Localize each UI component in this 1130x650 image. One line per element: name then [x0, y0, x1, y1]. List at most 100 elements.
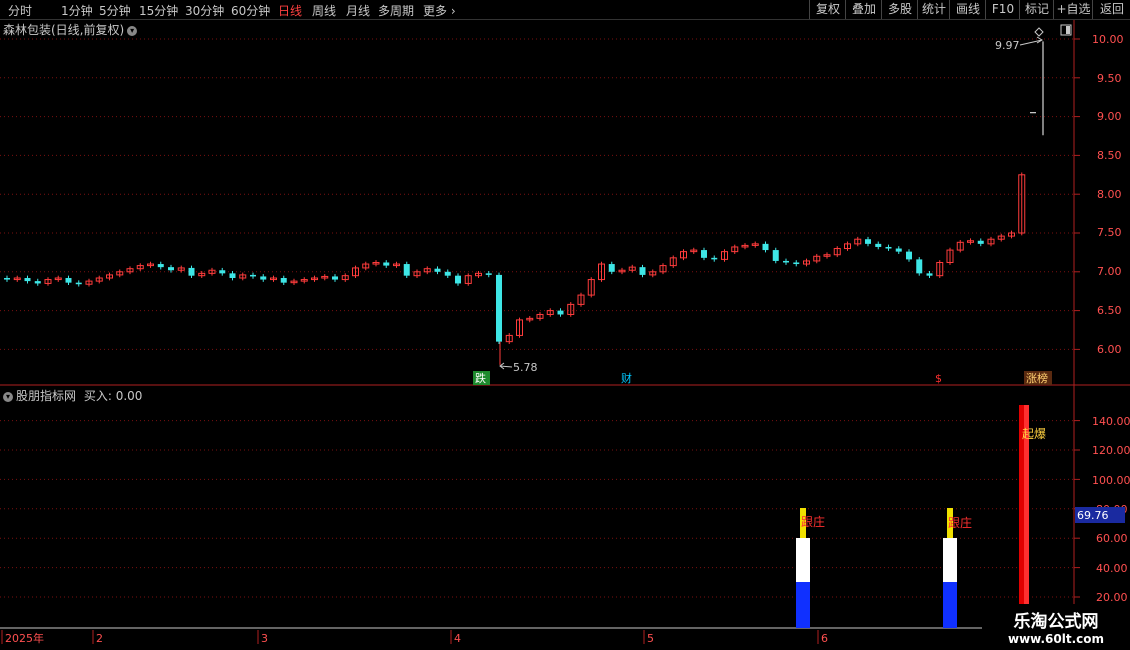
candle-up	[177, 267, 185, 271]
candle-down	[926, 273, 933, 276]
restore-rights-button[interactable]: 复权	[809, 0, 846, 19]
period-tab-monthly[interactable]: 月线	[346, 2, 370, 19]
event-marker-finance[interactable]: 财	[621, 371, 632, 385]
indicator-axis-ticks: 140.00 120.00 100.00 80.00 60.00 40.00 2…	[1075, 415, 1130, 604]
event-marker-limit-up-bg	[1024, 371, 1052, 385]
candle-down	[65, 278, 72, 283]
period-tab-5min[interactable]: 5分钟	[99, 2, 131, 19]
diamond-icon[interactable]	[1034, 27, 1044, 37]
f10-button[interactable]: F10	[985, 0, 1020, 19]
candle-down	[455, 275, 461, 284]
draw-line-button[interactable]: 画线	[949, 0, 986, 19]
event-marker-fall-bg	[473, 371, 490, 385]
time-axis: 2025年 2 3 4 5 6	[1, 630, 828, 645]
candle-down	[24, 278, 31, 282]
candle-up	[352, 267, 359, 277]
dropdown-circle-icon[interactable]: ▾	[127, 25, 138, 36]
mark-button[interactable]: 标记	[1019, 0, 1054, 19]
high-price-label: 9.97	[995, 39, 1020, 52]
candle-up	[946, 249, 954, 263]
event-marker-fall[interactable]: 跌	[475, 371, 486, 385]
time-label-jun: 6	[821, 632, 828, 645]
price-tick-6: 6.00	[1097, 343, 1122, 356]
low-arrow-head	[499, 362, 505, 370]
candle-up	[956, 241, 964, 251]
period-tab-weekly[interactable]: 周线	[312, 2, 336, 19]
candle-down	[168, 267, 174, 271]
time-label-2025: 2025年	[5, 631, 44, 645]
candle-up	[577, 294, 585, 305]
candle-up	[270, 277, 277, 281]
candle-down	[557, 310, 564, 315]
candle-up	[1018, 174, 1026, 234]
candle-up	[116, 271, 124, 276]
candle-up	[741, 244, 749, 248]
event-marker-dollar[interactable]: $	[935, 372, 942, 385]
candlestick-series	[4, 41, 1044, 365]
candle-down	[260, 276, 267, 280]
candle-up	[987, 238, 995, 245]
period-tab-daily[interactable]: 日线	[278, 2, 302, 19]
period-tab-more[interactable]: 更多 ›	[423, 2, 456, 19]
candle-up	[833, 248, 841, 256]
ind-tick-60: 60.00	[1096, 532, 1128, 545]
chevron-right-icon: ›	[447, 4, 456, 18]
add-watchlist-button[interactable]: +自选	[1053, 0, 1093, 19]
back-button[interactable]: 返回	[1092, 0, 1130, 19]
event-marker-limit-up[interactable]: 涨榜	[1026, 371, 1048, 385]
candle-up	[362, 263, 370, 269]
candle-up	[536, 313, 544, 319]
high-price-marker: 9.97	[995, 24, 1072, 52]
period-tab-1min[interactable]: 1分钟	[61, 2, 93, 19]
period-toolbar: 分时 1分钟 5分钟 15分钟 30分钟 60分钟 日线 周线 月线 多周期 更…	[0, 0, 1130, 20]
candle-down	[219, 270, 226, 274]
candle-up	[731, 246, 739, 253]
period-tab-60min[interactable]: 60分钟	[231, 2, 270, 19]
candle-up	[475, 272, 482, 277]
candle-down	[157, 264, 164, 268]
event-markers: 跌 财 $ 涨榜	[473, 371, 1052, 385]
candle-up	[136, 265, 144, 270]
candle-down	[772, 250, 779, 261]
candle-down	[383, 262, 390, 266]
period-tab-multi[interactable]: 多周期	[378, 2, 414, 19]
candle-up	[341, 275, 349, 281]
candle-up	[680, 251, 687, 259]
candle-up	[413, 271, 421, 277]
signal-label-explode: 起爆	[1022, 427, 1046, 441]
grid-lines	[0, 38, 1080, 598]
low-price-marker: 5.78	[499, 361, 538, 374]
candle-up	[967, 240, 974, 243]
statistics-button[interactable]: 统计	[917, 0, 950, 19]
time-label-mar: 3	[261, 632, 268, 645]
high-arrow-head	[1036, 36, 1043, 44]
candle-up	[997, 235, 1005, 240]
ind-tick-80: 80.00	[1096, 503, 1128, 516]
price-tick-7: 7.00	[1097, 265, 1122, 278]
dropdown-circle-icon[interactable]: ▾	[3, 391, 13, 402]
candle-up	[598, 263, 605, 281]
high-arrow-line	[1019, 39, 1043, 46]
multi-stock-button[interactable]: 多股	[881, 0, 918, 19]
signal-bar-explode	[1019, 405, 1029, 628]
overlay-button[interactable]: 叠加	[845, 0, 882, 19]
candle-up	[372, 261, 380, 265]
candle-up	[44, 279, 52, 284]
period-tab-intraday[interactable]: 分时	[8, 2, 32, 19]
buy-value: 0.00	[115, 389, 143, 403]
price-tick-8-5: 8.50	[1097, 149, 1122, 162]
candle-up	[844, 243, 851, 250]
current-value-label: 69.76	[1077, 509, 1109, 522]
candle-down	[229, 273, 236, 279]
candle-down	[639, 267, 646, 275]
period-tab-30min[interactable]: 30分钟	[185, 2, 224, 19]
panel-toggle-icon[interactable]	[1060, 24, 1072, 36]
ind-tick-100: 100.00	[1092, 474, 1130, 487]
candle-down	[75, 282, 82, 285]
candle-up	[311, 277, 318, 281]
candle-down	[4, 278, 10, 280]
ind-tick-120: 120.00	[1092, 444, 1130, 457]
signal-label-follow-2: 跟庄	[948, 515, 972, 530]
more-label: 更多	[423, 4, 448, 18]
period-tab-15min[interactable]: 15分钟	[139, 2, 178, 19]
